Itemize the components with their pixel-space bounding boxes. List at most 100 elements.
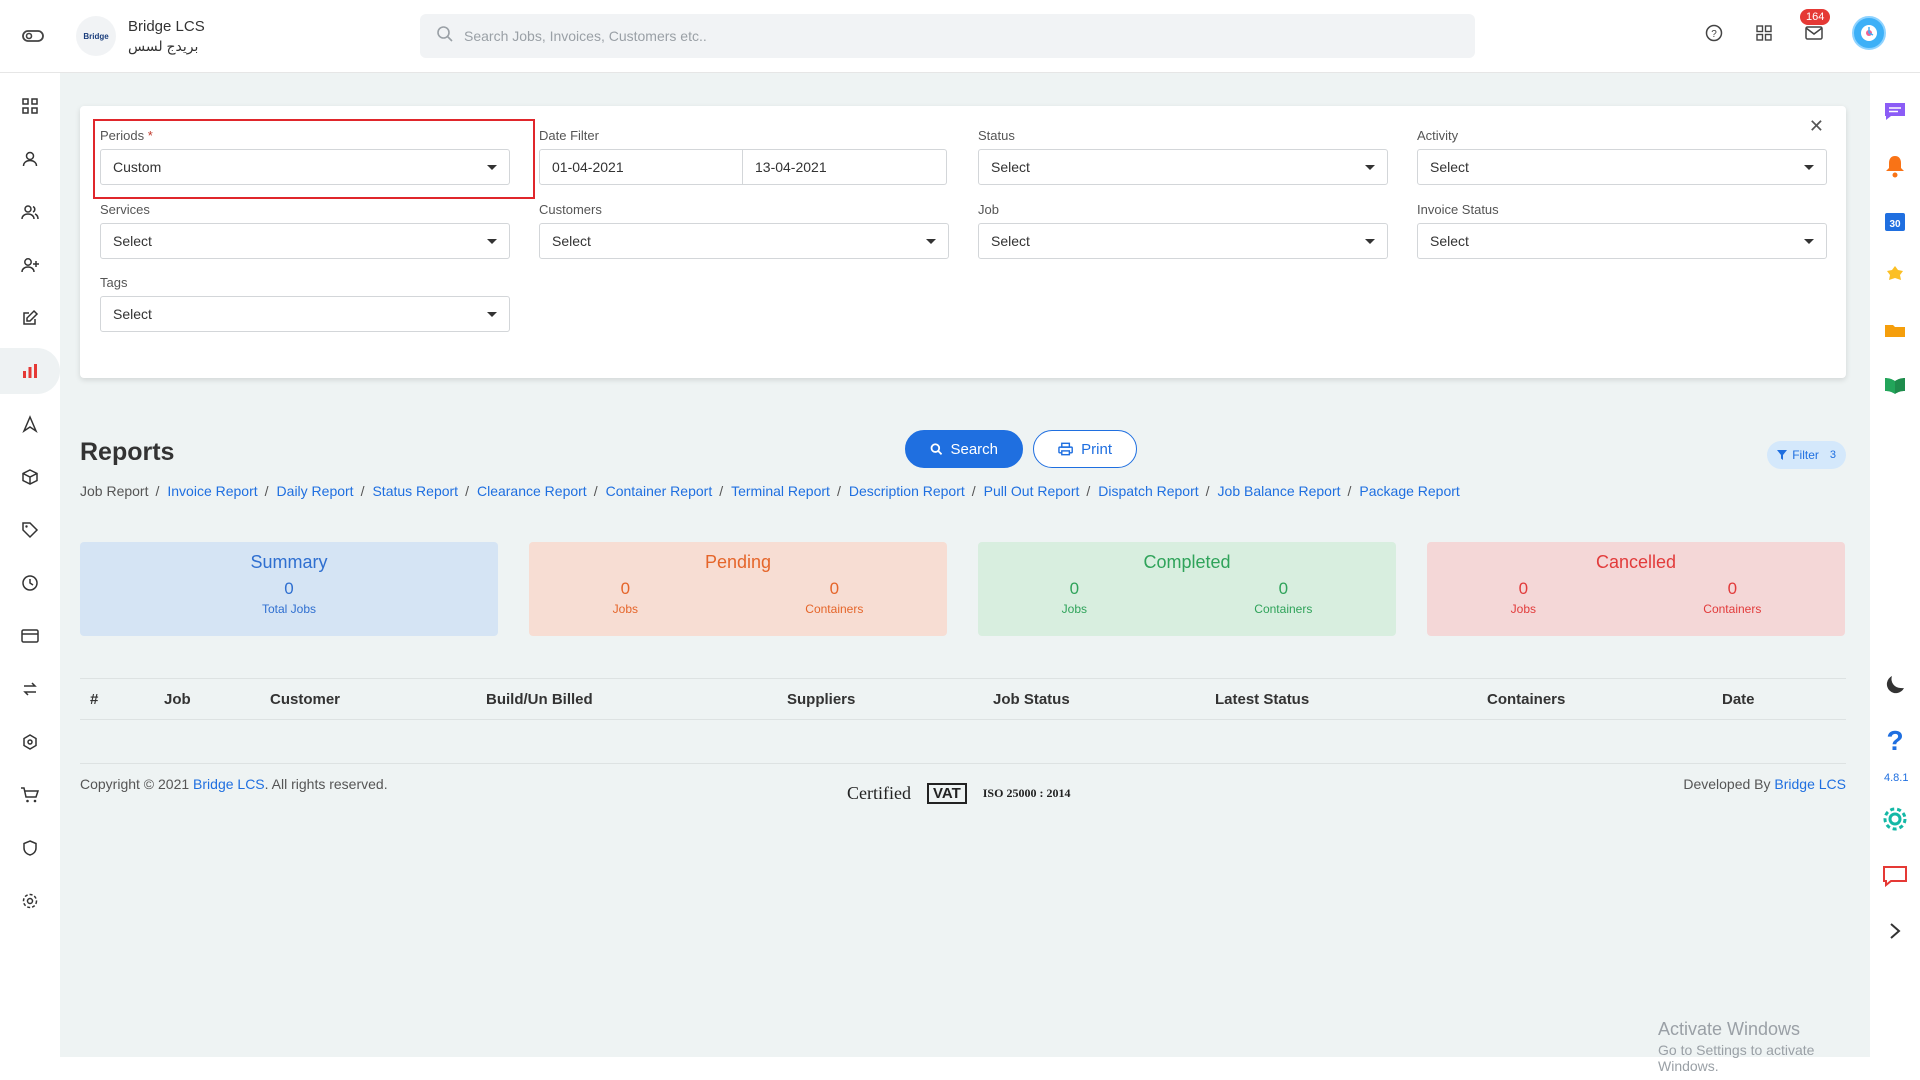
nav-daily-report[interactable]: Daily Report [277, 483, 354, 499]
customers-field: Customers Select [539, 202, 949, 259]
chevron-down-icon [1804, 164, 1814, 170]
col-customer[interactable]: Customer [270, 691, 340, 708]
print-button[interactable]: Print [1033, 430, 1137, 468]
status-select[interactable]: Select [978, 149, 1388, 185]
summary-total-value: 0 [284, 579, 294, 598]
pending-containers-value: 0 [829, 579, 840, 598]
comment-icon[interactable] [1882, 863, 1908, 889]
apps-grid-icon[interactable] [1752, 21, 1776, 45]
invoice-status-select[interactable]: Select [1417, 223, 1827, 259]
add-user-icon[interactable] [0, 242, 60, 288]
edit-icon[interactable] [0, 295, 60, 341]
package-box-icon[interactable] [0, 454, 60, 500]
search-button[interactable]: Search [905, 430, 1023, 468]
chevron-right-icon[interactable] [1882, 918, 1908, 944]
developed-link[interactable]: Bridge LCS [1774, 776, 1846, 792]
services-select[interactable]: Select [100, 223, 510, 259]
col-build-unbilled[interactable]: Build/Un Billed [486, 691, 593, 708]
col-job[interactable]: Job [164, 691, 191, 708]
dark-mode-moon-icon[interactable] [1882, 671, 1908, 697]
footer-divider [80, 763, 1846, 764]
filter-toggle-button[interactable]: Filter 3 [1767, 441, 1846, 469]
shield-icon[interactable] [0, 825, 60, 871]
date-from-input[interactable]: 01-04-2021 [539, 149, 743, 185]
filter-count: 3 [1829, 449, 1836, 461]
nav-package-report[interactable]: Package Report [1359, 483, 1459, 499]
job-select[interactable]: Select [978, 223, 1388, 259]
certification-logos: Certified VAT ISO 25000 : 2014 [847, 783, 1070, 804]
clock-icon[interactable] [0, 560, 60, 606]
date-to-input[interactable]: 13-04-2021 [743, 149, 947, 185]
nav-clearance-report[interactable]: Clearance Report [477, 483, 587, 499]
job-label: Job [978, 202, 999, 217]
cancelled-jobs-label: Jobs [1510, 602, 1536, 616]
brand-name: Bridge LCS [128, 17, 205, 35]
dashboard-icon[interactable] [0, 83, 60, 129]
nav-job-balance-report[interactable]: Job Balance Report [1218, 483, 1341, 499]
filter-label: Filter [1792, 448, 1819, 462]
print-icon [1058, 442, 1073, 456]
bell-icon[interactable] [1882, 153, 1908, 179]
col-suppliers[interactable]: Suppliers [787, 691, 855, 708]
search-input[interactable] [464, 28, 1364, 44]
notes-icon[interactable] [1882, 263, 1908, 289]
nav-terminal-report[interactable]: Terminal Report [731, 483, 830, 499]
pending-jobs-value: 0 [620, 579, 631, 598]
iso-logo: ISO 25000 : 2014 [982, 786, 1071, 800]
status-label: Status [978, 128, 1015, 143]
folder-icon[interactable] [1882, 318, 1908, 344]
help-question-icon[interactable]: ? [1882, 726, 1908, 756]
tag-icon[interactable] [0, 507, 60, 553]
menu-toggle-icon[interactable] [20, 25, 46, 47]
search-icon [436, 25, 454, 48]
pending-jobs-label: Jobs [612, 602, 638, 616]
nav-status-report[interactable]: Status Report [372, 483, 458, 499]
search-icon [930, 443, 943, 455]
navigation-icon[interactable] [0, 401, 60, 447]
settings-cog-icon[interactable] [1882, 806, 1908, 832]
global-search[interactable] [420, 14, 1475, 58]
users-icon[interactable] [0, 189, 60, 235]
settings-gear-icon[interactable] [0, 878, 60, 924]
brand[interactable]: Bridge Bridge LCS بريدج لسس [76, 16, 205, 56]
nav-invoice-report[interactable]: Invoice Report [167, 483, 257, 499]
periods-select[interactable]: Custom [100, 149, 510, 185]
col-latest-status[interactable]: Latest Status [1215, 691, 1309, 708]
network-icon[interactable] [0, 719, 60, 765]
credit-card-icon[interactable] [0, 613, 60, 659]
nav-description-report[interactable]: Description Report [849, 483, 965, 499]
mail-icon[interactable]: 164 [1800, 9, 1831, 45]
date-filter-field: Date Filter 01-04-2021 13-04-2021 [539, 128, 949, 185]
col-job-status[interactable]: Job Status [993, 691, 1070, 708]
services-field: Services Select [100, 202, 510, 259]
book-icon[interactable] [1882, 373, 1908, 399]
page-title: Reports [80, 438, 175, 466]
svg-text:?: ? [1711, 29, 1717, 40]
activity-label: Activity [1417, 128, 1459, 143]
cart-icon[interactable] [0, 772, 60, 818]
activity-select[interactable]: Select [1417, 149, 1827, 185]
customers-select[interactable]: Select [539, 223, 949, 259]
transfer-icon[interactable] [0, 666, 60, 712]
nav-dispatch-report[interactable]: Dispatch Report [1098, 483, 1198, 499]
user-avatar[interactable] [1852, 16, 1886, 50]
col-index[interactable]: # [90, 691, 98, 708]
vat-logo: VAT [926, 783, 967, 804]
col-containers[interactable]: Containers [1487, 691, 1565, 708]
col-date[interactable]: Date [1722, 691, 1755, 708]
tags-label: Tags [100, 275, 128, 290]
chat-message-icon[interactable] [1882, 98, 1908, 124]
copyright: Copyright © 2021 Bridge LCS. All rights … [80, 776, 388, 792]
nav-container-report[interactable]: Container Report [606, 483, 713, 499]
summary-title: Summary [250, 552, 328, 572]
job-field: Job Select [978, 202, 1388, 259]
reports-chart-icon[interactable] [0, 348, 60, 394]
filter-panel: ✕ Periods * Custom Date Filter 01-04-202… [80, 106, 1846, 378]
tags-select[interactable]: Select [100, 296, 510, 332]
calendar-icon[interactable]: 30 [1882, 208, 1908, 234]
copyright-link[interactable]: Bridge LCS [193, 776, 265, 792]
nav-pull-out-report[interactable]: Pull Out Report [984, 483, 1080, 499]
help-icon[interactable]: ? [1702, 21, 1726, 45]
chevron-down-icon [487, 164, 497, 170]
user-icon[interactable] [0, 136, 60, 182]
